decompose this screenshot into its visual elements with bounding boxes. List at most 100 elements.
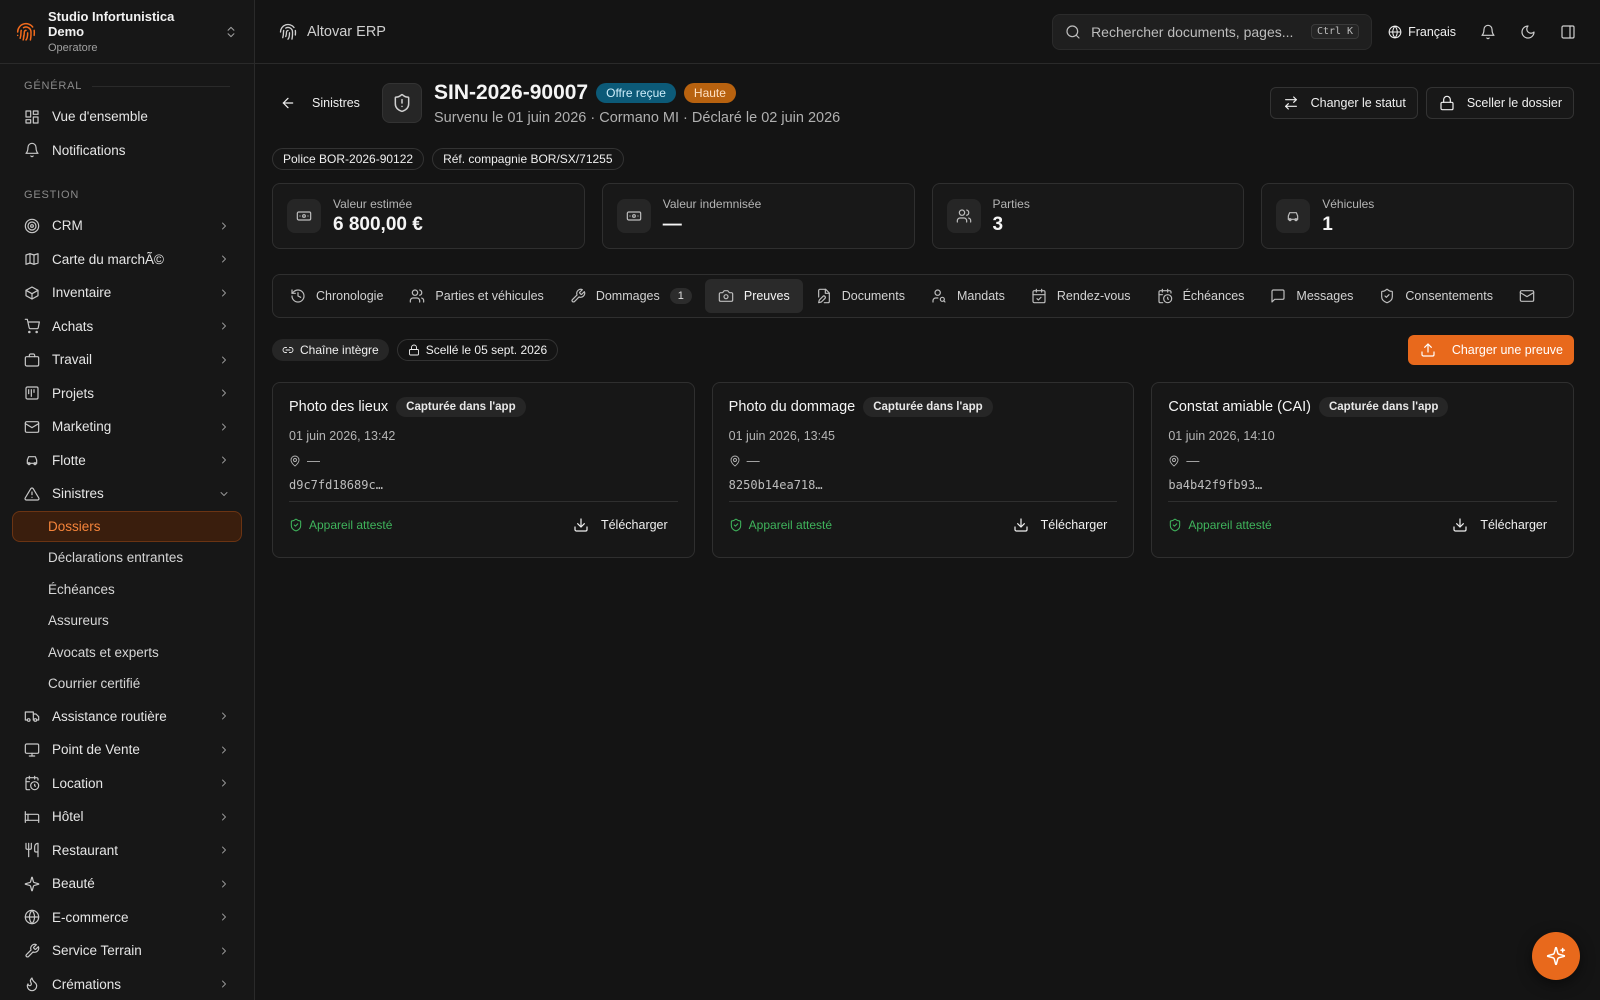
file-edit-icon xyxy=(816,288,832,304)
sidebar-item-field-service[interactable]: Service Terrain xyxy=(12,934,242,968)
stat-value: 3 xyxy=(992,213,1004,235)
flame-icon xyxy=(24,976,40,992)
claim-id: SIN-2026-90007 xyxy=(434,80,589,104)
sidebar-item-label: E-commerce xyxy=(52,909,129,925)
stat-vehicles: Véhicules 1 xyxy=(1261,183,1574,249)
evidence-date: 01 juin 2026, 14:10 xyxy=(1168,429,1275,443)
tab-messages[interactable]: Messages xyxy=(1257,279,1366,313)
capture-badge: Capturée dans l'app xyxy=(1318,397,1449,417)
sidebar-item-market-map[interactable]: Carte du marchÃ© xyxy=(12,243,242,277)
tab-deadlines[interactable]: Échéances xyxy=(1144,279,1258,313)
sidebar-subitem-insurers[interactable]: Assureurs xyxy=(12,605,242,637)
sparkles-icon xyxy=(1546,946,1566,966)
sidebar-item-crm[interactable]: CRM xyxy=(12,209,242,243)
device-attested: Appareil attesté xyxy=(729,518,1003,532)
stat-label: Parties xyxy=(992,196,1030,211)
map-pin-icon xyxy=(289,455,301,467)
sidebar-subitem-incoming-declarations[interactable]: Déclarations entrantes xyxy=(12,542,242,574)
download-label: Télécharger xyxy=(600,518,668,532)
download-icon xyxy=(1452,517,1468,533)
sidebar-item-rental[interactable]: Location xyxy=(12,767,242,801)
target-icon xyxy=(24,218,40,234)
location-value: — xyxy=(307,453,320,468)
sidebar-item-label: Notifications xyxy=(52,142,126,158)
sidebar-item-label: Carte du marchÃ© xyxy=(52,251,164,267)
chevron-right-icon xyxy=(218,811,230,823)
chevron-right-icon xyxy=(218,911,230,923)
sidebar-nav: GÉNÉRAL Vue d'ensemble Notifications GES… xyxy=(0,64,254,1000)
upload-evidence-button[interactable]: Charger une preuve xyxy=(1407,335,1574,365)
chevron-down-icon xyxy=(218,488,230,500)
ai-assistant-button[interactable] xyxy=(1532,932,1580,980)
wrench-icon xyxy=(24,943,40,959)
tab-parties-vehicles[interactable]: Parties et véhicules xyxy=(396,279,556,313)
sidebar-item-roadside-assistance[interactable]: Assistance routière xyxy=(12,700,242,734)
tab-timeline[interactable]: Chronologie xyxy=(277,279,396,313)
tab-label: Dommages xyxy=(595,289,660,303)
sidebar-item-label: Projets xyxy=(52,385,95,401)
sidebar-subitem-dossiers[interactable]: Dossiers xyxy=(12,510,242,542)
sidebar-item-claims[interactable]: Sinistres xyxy=(12,477,242,511)
evidence-location: — xyxy=(289,453,678,468)
change-status-button[interactable]: Changer le statut xyxy=(1269,87,1418,119)
top-bar: Altovar ERP Rechercher documents, pages.… xyxy=(255,0,1600,64)
tab-consents[interactable]: Consentements xyxy=(1366,279,1506,313)
moon-icon[interactable] xyxy=(1520,24,1536,40)
message-icon xyxy=(1270,288,1286,304)
tab-damages[interactable]: Dommages 1 xyxy=(557,279,705,313)
sidebar-item-label: Sinistres xyxy=(52,486,104,502)
chevrons-up-down-icon xyxy=(224,25,238,39)
seal-dossier-button[interactable]: Sceller le dossier xyxy=(1425,87,1574,119)
back-button[interactable]: Sinistres xyxy=(272,95,382,111)
search-input[interactable]: Rechercher documents, pages... Ctrl K xyxy=(1052,13,1373,50)
chevron-right-icon xyxy=(218,454,230,466)
tab-label: Messages xyxy=(1296,289,1354,303)
stat-estimated-value: Valeur estimée 6 800,00 € xyxy=(272,183,585,249)
sidebar-item-cremations[interactable]: Crémations xyxy=(12,968,242,1000)
panel-toggle-icon[interactable] xyxy=(1560,24,1576,40)
search-shortcut: Ctrl K xyxy=(1310,24,1360,39)
language-switcher[interactable]: Français xyxy=(1388,25,1456,39)
sidebar-item-notifications[interactable]: Notifications xyxy=(12,134,242,168)
sidebar-item-ecommerce[interactable]: E-commerce xyxy=(12,901,242,935)
sidebar-item-overview[interactable]: Vue d'ensemble xyxy=(12,100,242,134)
sidebar-subitem-deadlines[interactable]: Échéances xyxy=(12,574,242,606)
evidence-hash: ba4b42f9fb93… xyxy=(1168,478,1263,492)
tab-appointments[interactable]: Rendez-vous xyxy=(1018,279,1144,313)
seal-dossier-label: Sceller le dossier xyxy=(1466,96,1562,110)
sidebar-item-label: CRM xyxy=(52,218,83,234)
tab-evidence[interactable]: Preuves xyxy=(704,279,803,313)
evidence-date: 01 juin 2026, 13:42 xyxy=(289,429,396,443)
sidebar-item-inventory[interactable]: Inventaire xyxy=(12,276,242,310)
sidebar-item-purchases[interactable]: Achats xyxy=(12,310,242,344)
download-button[interactable]: Télécharger xyxy=(1003,511,1118,539)
tab-label: Mandats xyxy=(956,289,1005,303)
tab-documents[interactable]: Documents xyxy=(803,279,918,313)
users-icon xyxy=(946,199,981,233)
sidebar-item-restaurant[interactable]: Restaurant xyxy=(12,834,242,868)
download-label: Télécharger xyxy=(1480,518,1548,532)
change-status-label: Changer le statut xyxy=(1310,96,1406,110)
sidebar-item-label: Travail xyxy=(52,352,93,368)
sidebar-item-point-of-sale[interactable]: Point de Vente xyxy=(12,733,242,767)
sidebar-subitem-lawyers-experts[interactable]: Avocats et experts xyxy=(12,637,242,669)
utensils-icon xyxy=(24,842,40,858)
tab-mail[interactable] xyxy=(1506,279,1548,313)
org-role: Operatore xyxy=(48,42,98,54)
tab-label: Chronologie xyxy=(316,289,384,303)
org-switcher[interactable]: Studio Infortunistica Demo Operatore xyxy=(0,0,254,64)
bell-icon[interactable] xyxy=(1480,24,1496,40)
sidebar-subitem-certified-mail[interactable]: Courrier certifié xyxy=(12,668,242,700)
sidebar-item-beauty[interactable]: Beauté xyxy=(12,867,242,901)
sidebar-item-projects[interactable]: Projets xyxy=(12,377,242,411)
sidebar-item-hotel[interactable]: Hôtel xyxy=(12,800,242,834)
download-button[interactable]: Télécharger xyxy=(1442,511,1557,539)
sidebar-item-fleet[interactable]: Flotte xyxy=(12,444,242,478)
capture-badge: Capturée dans l'app xyxy=(396,397,526,417)
app-brand[interactable]: Altovar ERP xyxy=(279,23,386,41)
download-button[interactable]: Télécharger xyxy=(563,511,678,539)
sidebar-item-work[interactable]: Travail xyxy=(12,343,242,377)
sidebar-item-marketing[interactable]: Marketing xyxy=(12,410,242,444)
chevron-right-icon xyxy=(218,287,230,299)
tab-mandates[interactable]: Mandats xyxy=(918,279,1018,313)
